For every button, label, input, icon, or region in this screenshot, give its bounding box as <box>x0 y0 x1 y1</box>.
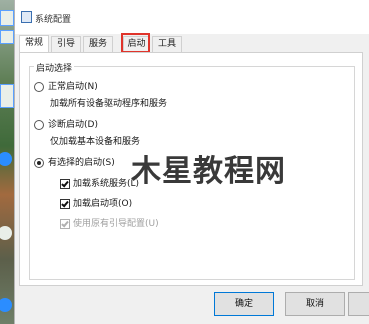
radio-button[interactable] <box>34 82 44 92</box>
tab-boot[interactable]: 引导 <box>51 36 81 52</box>
tab-tools[interactable]: 工具 <box>152 36 182 52</box>
title-bar[interactable]: 系统配置 <box>15 0 369 34</box>
normal-startup-description: 加载所有设备驱动程序和服务 <box>50 99 168 109</box>
system-configuration-window: 系统配置 常规 引导 服务 启动 工具 启动选择 正常启动(N) 加载所有设备驱… <box>14 0 369 324</box>
radio-button-selected[interactable] <box>34 158 44 168</box>
radio-label: 正常启动(N) <box>48 82 98 92</box>
watermark-text: 木星教程网 <box>131 154 286 189</box>
tab-startup[interactable]: 启动 <box>123 36 150 52</box>
msconfig-icon <box>21 11 32 23</box>
checkbox[interactable] <box>60 179 70 189</box>
checkbox-disabled <box>60 219 70 229</box>
checkbox-label: 使用原有引导配置(U) <box>73 219 159 229</box>
radio-button[interactable] <box>34 120 44 130</box>
desktop-app-icon[interactable] <box>0 226 12 240</box>
desktop-icon[interactable] <box>0 84 14 108</box>
checkbox-label: 加载启动项(O) <box>73 199 133 209</box>
dialog-buttons: 确定 取消 <box>15 292 369 316</box>
diagnostic-startup-description: 仅加载基本设备和服务 <box>50 137 141 147</box>
desktop-background <box>0 0 14 324</box>
apply-button[interactable] <box>348 292 369 316</box>
radio-label: 有选择的启动(S) <box>48 158 115 168</box>
desktop-app-icon[interactable] <box>0 152 12 166</box>
checkbox-label: 加载系统服务(L) <box>73 179 140 189</box>
ok-button[interactable]: 确定 <box>214 292 274 316</box>
tab-general[interactable]: 常规 <box>19 35 49 53</box>
window-title: 系统配置 <box>35 15 72 25</box>
desktop-icon[interactable] <box>0 10 14 26</box>
cancel-button[interactable]: 取消 <box>285 292 345 316</box>
radio-label: 诊断启动(D) <box>48 120 98 130</box>
tab-services[interactable]: 服务 <box>83 36 113 52</box>
group-legend: 启动选择 <box>34 61 75 74</box>
checkbox[interactable] <box>60 199 70 209</box>
desktop-app-icon[interactable] <box>0 298 12 312</box>
desktop-icon[interactable] <box>0 30 14 44</box>
